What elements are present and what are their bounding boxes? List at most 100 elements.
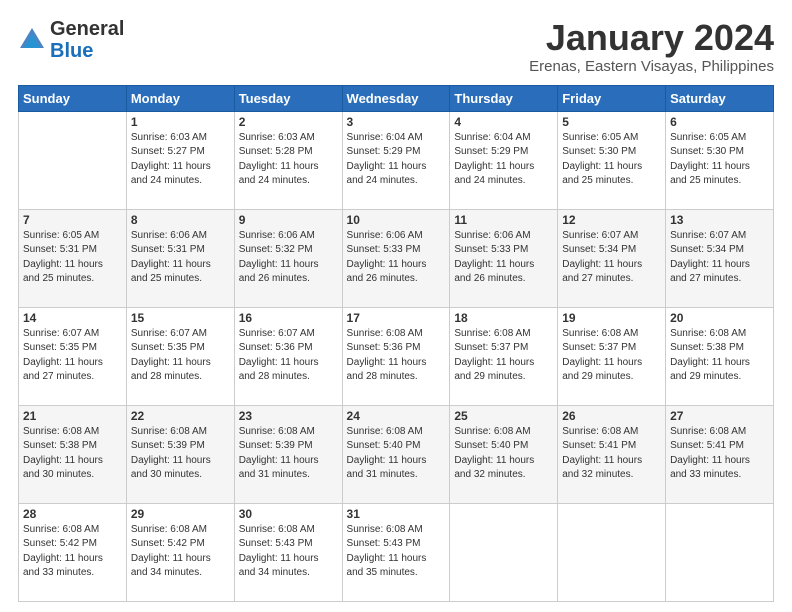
calendar-cell: 21Sunrise: 6:08 AMSunset: 5:38 PMDayligh… — [19, 405, 127, 503]
calendar-cell: 11 Sunrise: 6:06 AMSunset: 5:33 PMDayligh… — [450, 209, 558, 307]
day-number: 7 — [23, 213, 122, 227]
calendar-cell: 19 Sunrise: 6:08 AMSunset: 5:37 PMDayligh… — [558, 307, 666, 405]
day-number: 4 — [454, 115, 553, 129]
calendar-cell — [19, 111, 127, 209]
day-info: Sunrise: 6:08 AMSunset: 5:41 PMDaylight:… — [562, 425, 661, 483]
calendar-table: SundayMondayTuesdayWednesdayThursdayFrid… — [18, 85, 774, 602]
calendar-cell: 12 Sunrise: 6:07 AMSunset: 5:34 PMDayligh… — [558, 209, 666, 307]
calendar-cell: 27 Sunrise: 6:08 AMSunset: 5:41 PMDayligh… — [666, 405, 774, 503]
calendar-cell: 31 Sunrise: 6:08 AMSunset: 5:43 PMDayligh… — [342, 503, 450, 601]
day-number: 9 — [239, 213, 338, 227]
calendar-cell: 26 Sunrise: 6:08 AMSunset: 5:41 PMDayligh… — [558, 405, 666, 503]
day-number: 19 — [562, 311, 661, 325]
calendar-week-2: 7 Sunrise: 6:05 AMSunset: 5:31 PMDaylight… — [19, 209, 774, 307]
calendar-header-saturday: Saturday — [666, 85, 774, 111]
calendar-cell: 5 Sunrise: 6:05 AMSunset: 5:30 PMDaylight… — [558, 111, 666, 209]
day-info: Sunrise: 6:05 AMSunset: 5:31 PMDaylight:… — [23, 229, 122, 287]
calendar-header-tuesday: Tuesday — [234, 85, 342, 111]
calendar-cell — [558, 503, 666, 601]
day-number: 26 — [562, 409, 661, 423]
calendar-cell: 8 Sunrise: 6:06 AMSunset: 5:31 PMDaylight… — [126, 209, 234, 307]
day-number: 23 — [239, 409, 338, 423]
day-info: Sunrise: 6:06 AMSunset: 5:33 PMDaylight:… — [454, 229, 553, 287]
calendar-cell: 10 Sunrise: 6:06 AMSunset: 5:33 PMDayligh… — [342, 209, 450, 307]
calendar-cell: 9Sunrise: 6:06 AMSunset: 5:32 PMDaylight… — [234, 209, 342, 307]
calendar-cell: 15 Sunrise: 6:07 AMSunset: 5:35 PMDayligh… — [126, 307, 234, 405]
logo-icon — [18, 26, 46, 54]
day-number: 25 — [454, 409, 553, 423]
day-info: Sunrise: 6:03 AMSunset: 5:28 PMDaylight:… — [239, 131, 338, 189]
calendar-header-wednesday: Wednesday — [342, 85, 450, 111]
calendar-cell: 25 Sunrise: 6:08 AMSunset: 5:40 PMDayligh… — [450, 405, 558, 503]
day-info: Sunrise: 6:05 AMSunset: 5:30 PMDaylight:… — [670, 131, 769, 189]
logo-general: General — [50, 18, 124, 40]
day-number: 17 — [347, 311, 446, 325]
day-info: Sunrise: 6:08 AMSunset: 5:39 PMDaylight:… — [131, 425, 230, 483]
calendar-cell — [450, 503, 558, 601]
calendar-week-3: 14 Sunrise: 6:07 AMSunset: 5:35 PMDayligh… — [19, 307, 774, 405]
day-number: 5 — [562, 115, 661, 129]
day-number: 22 — [131, 409, 230, 423]
day-info: Sunrise: 6:08 AMSunset: 5:43 PMDaylight:… — [347, 523, 446, 581]
day-number: 12 — [562, 213, 661, 227]
day-info: Sunrise: 6:07 AMSunset: 5:34 PMDaylight:… — [670, 229, 769, 287]
day-number: 15 — [131, 311, 230, 325]
calendar-header-friday: Friday — [558, 85, 666, 111]
logo-text: General Blue — [50, 18, 124, 62]
day-info: Sunrise: 6:06 AMSunset: 5:31 PMDaylight:… — [131, 229, 230, 287]
day-info: Sunrise: 6:06 AMSunset: 5:33 PMDaylight:… — [347, 229, 446, 287]
calendar-header-sunday: Sunday — [19, 85, 127, 111]
calendar-week-4: 21Sunrise: 6:08 AMSunset: 5:38 PMDayligh… — [19, 405, 774, 503]
calendar-cell: 20Sunrise: 6:08 AMSunset: 5:38 PMDayligh… — [666, 307, 774, 405]
calendar-cell: 16 Sunrise: 6:07 AMSunset: 5:36 PMDayligh… — [234, 307, 342, 405]
month-year: January 2024 — [529, 18, 774, 58]
calendar-cell: 23 Sunrise: 6:08 AMSunset: 5:39 PMDayligh… — [234, 405, 342, 503]
calendar-cell: 30Sunrise: 6:08 AMSunset: 5:43 PMDayligh… — [234, 503, 342, 601]
day-number: 31 — [347, 507, 446, 521]
day-number: 8 — [131, 213, 230, 227]
day-number: 10 — [347, 213, 446, 227]
calendar-cell: 29Sunrise: 6:08 AMSunset: 5:42 PMDayligh… — [126, 503, 234, 601]
day-info: Sunrise: 6:05 AMSunset: 5:30 PMDaylight:… — [562, 131, 661, 189]
day-number: 3 — [347, 115, 446, 129]
day-info: Sunrise: 6:07 AMSunset: 5:36 PMDaylight:… — [239, 327, 338, 385]
day-number: 18 — [454, 311, 553, 325]
title-block: January 2024 Erenas, Eastern Visayas, Ph… — [529, 18, 774, 75]
day-info: Sunrise: 6:04 AMSunset: 5:29 PMDaylight:… — [454, 131, 553, 189]
day-number: 27 — [670, 409, 769, 423]
day-number: 1 — [131, 115, 230, 129]
day-number: 29 — [131, 507, 230, 521]
calendar-cell — [666, 503, 774, 601]
calendar-header-thursday: Thursday — [450, 85, 558, 111]
calendar-cell: 13 Sunrise: 6:07 AMSunset: 5:34 PMDayligh… — [666, 209, 774, 307]
day-info: Sunrise: 6:08 AMSunset: 5:38 PMDaylight:… — [670, 327, 769, 385]
calendar-cell: 18 Sunrise: 6:08 AMSunset: 5:37 PMDayligh… — [450, 307, 558, 405]
day-number: 13 — [670, 213, 769, 227]
day-info: Sunrise: 6:08 AMSunset: 5:37 PMDaylight:… — [454, 327, 553, 385]
calendar-cell: 14 Sunrise: 6:07 AMSunset: 5:35 PMDayligh… — [19, 307, 127, 405]
day-info: Sunrise: 6:07 AMSunset: 5:35 PMDaylight:… — [23, 327, 122, 385]
calendar-cell: 7 Sunrise: 6:05 AMSunset: 5:31 PMDaylight… — [19, 209, 127, 307]
calendar-header-monday: Monday — [126, 85, 234, 111]
day-info: Sunrise: 6:08 AMSunset: 5:37 PMDaylight:… — [562, 327, 661, 385]
day-info: Sunrise: 6:08 AMSunset: 5:40 PMDaylight:… — [454, 425, 553, 483]
page: General Blue January 2024 Erenas, Easter… — [0, 0, 792, 612]
day-number: 11 — [454, 213, 553, 227]
day-info: Sunrise: 6:07 AMSunset: 5:34 PMDaylight:… — [562, 229, 661, 287]
day-number: 14 — [23, 311, 122, 325]
calendar-cell: 3Sunrise: 6:04 AMSunset: 5:29 PMDaylight… — [342, 111, 450, 209]
calendar-cell: 28Sunrise: 6:08 AMSunset: 5:42 PMDayligh… — [19, 503, 127, 601]
day-number: 21 — [23, 409, 122, 423]
day-info: Sunrise: 6:08 AMSunset: 5:41 PMDaylight:… — [670, 425, 769, 483]
day-info: Sunrise: 6:07 AMSunset: 5:35 PMDaylight:… — [131, 327, 230, 385]
day-info: Sunrise: 6:08 AMSunset: 5:39 PMDaylight:… — [239, 425, 338, 483]
day-number: 30 — [239, 507, 338, 521]
day-info: Sunrise: 6:08 AMSunset: 5:42 PMDaylight:… — [23, 523, 122, 581]
day-number: 16 — [239, 311, 338, 325]
day-number: 6 — [670, 115, 769, 129]
calendar-header-row: SundayMondayTuesdayWednesdayThursdayFrid… — [19, 85, 774, 111]
location: Erenas, Eastern Visayas, Philippines — [529, 58, 774, 75]
day-info: Sunrise: 6:03 AMSunset: 5:27 PMDaylight:… — [131, 131, 230, 189]
header: General Blue January 2024 Erenas, Easter… — [18, 18, 774, 75]
calendar-cell: 2Sunrise: 6:03 AMSunset: 5:28 PMDaylight… — [234, 111, 342, 209]
